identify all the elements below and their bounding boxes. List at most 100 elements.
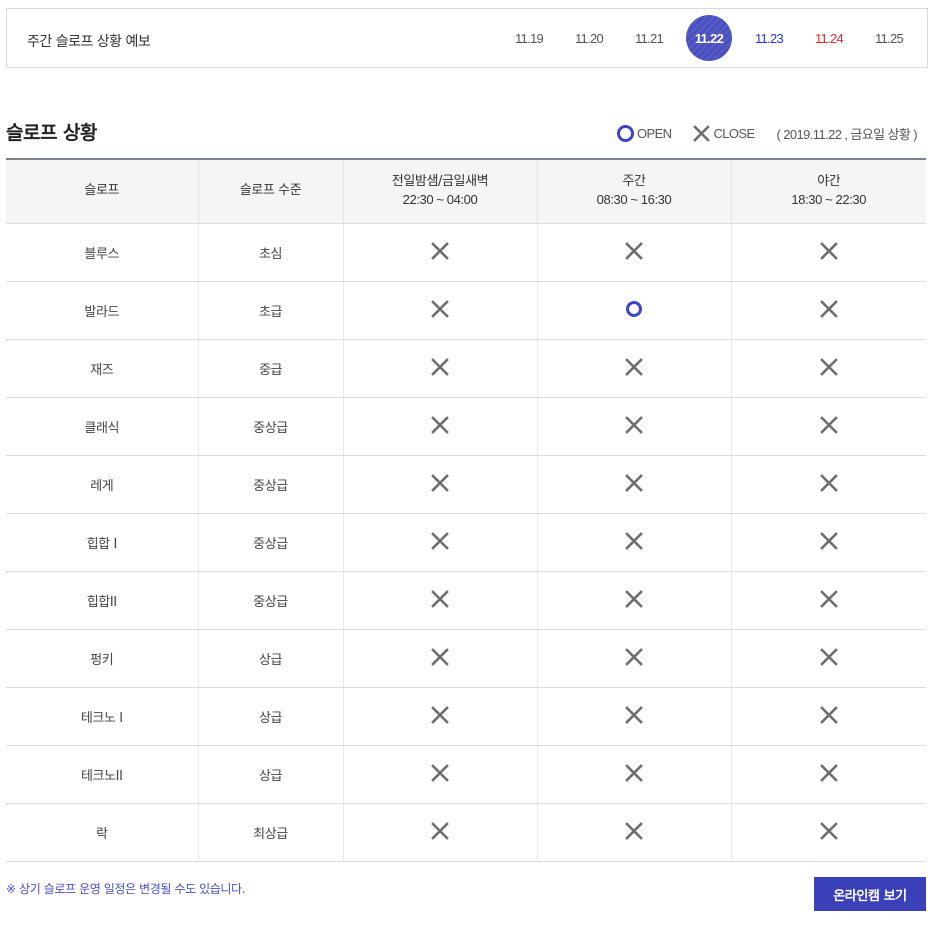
table-row: 재즈 중급 [6, 339, 926, 398]
close-x-icon [624, 473, 644, 493]
date-item[interactable]: 11.20 [559, 9, 619, 67]
date-label: 11.25 [874, 30, 904, 46]
slope-name: 재즈 [6, 339, 198, 398]
close-x-icon [693, 125, 711, 142]
slope-level: 초심 [197, 223, 343, 282]
header-day: 주간 08:30 ~ 16:30 [536, 159, 731, 224]
table-row: 블루스 초심 [6, 223, 926, 282]
slope-name: 발라드 [6, 281, 198, 340]
status-night [342, 339, 537, 398]
date-label: 11.23 [754, 30, 784, 46]
date-selector: 11.19 11.20 11.21 11.22 11.23 11.24 11.25 [499, 9, 919, 67]
table-row: 레게 중상급 [6, 455, 926, 514]
slope-name: 펑키 [6, 629, 198, 688]
status-day [536, 281, 731, 340]
slope-name: 힙합II [6, 571, 198, 630]
date-item[interactable]: 11.25 [859, 9, 919, 67]
close-x-icon [624, 763, 644, 783]
status-night [342, 571, 537, 630]
close-x-icon [819, 647, 839, 667]
slope-level: 상급 [197, 745, 343, 804]
header-night-name: 전일밤샘/금일새벽 [391, 174, 489, 190]
online-cam-button[interactable]: 온라인캠 보기 [814, 877, 926, 911]
close-x-icon [819, 299, 839, 319]
close-x-icon [430, 647, 450, 667]
header-day-name: 주간 [622, 174, 646, 190]
close-x-icon [819, 415, 839, 435]
status-night [342, 745, 537, 804]
close-x-icon [624, 705, 644, 725]
slope-level: 초급 [197, 281, 343, 340]
slope-name: 레게 [6, 455, 198, 514]
close-x-icon [819, 705, 839, 725]
close-x-icon [430, 705, 450, 725]
status-day [536, 745, 731, 804]
date-item[interactable]: 11.24 [799, 9, 859, 67]
date-item[interactable]: 11.21 [619, 9, 679, 67]
status-day [536, 397, 731, 456]
table-header-row: 슬로프 슬로프 수준 전일밤샘/금일새벽 22:30 ~ 04:00 주간 08… [6, 159, 926, 224]
close-x-icon [430, 763, 450, 783]
slope-name: 테크노II [6, 745, 198, 804]
date-label: 11.20 [574, 30, 604, 46]
close-x-icon [430, 531, 450, 551]
slope-level: 중상급 [197, 513, 343, 572]
slope-level: 상급 [197, 687, 343, 746]
status-day [536, 803, 731, 862]
close-x-icon [430, 415, 450, 435]
status-evening [730, 571, 926, 630]
table-row: 발라드 초급 [6, 281, 926, 340]
legend-close: CLOSE [693, 125, 755, 142]
status-night [342, 281, 537, 340]
close-x-icon [819, 357, 839, 377]
status-evening [730, 629, 926, 688]
close-x-icon [430, 473, 450, 493]
table-row: 테크노II 상급 [6, 745, 926, 804]
date-label: 11.22 [686, 15, 732, 61]
status-day [536, 571, 731, 630]
status-day [536, 513, 731, 572]
status-evening [730, 455, 926, 514]
close-x-icon [624, 357, 644, 377]
status-evening [730, 745, 926, 804]
status-day [536, 455, 731, 514]
close-x-icon [819, 531, 839, 551]
table-row: 락 최상급 [6, 803, 926, 862]
close-x-icon [819, 473, 839, 493]
table-row: 클래식 중상급 [6, 397, 926, 456]
date-label: 11.19 [514, 30, 544, 46]
table-row: 힙합 I 중상급 [6, 513, 926, 572]
close-x-icon [819, 589, 839, 609]
table-row: 테크노 I 상급 [6, 687, 926, 746]
close-x-icon [624, 647, 644, 667]
date-item[interactable]: 11.23 [739, 9, 799, 67]
slope-name: 락 [6, 803, 198, 862]
status-legend: OPEN CLOSE ( 2019.11.22 , 금요일 상황 ) [617, 124, 918, 143]
legend-close-label: CLOSE [713, 126, 755, 141]
slope-level: 상급 [197, 629, 343, 688]
date-item-active[interactable]: 11.22 [679, 9, 739, 67]
slope-name: 힙합 I [6, 513, 198, 572]
legend-open-label: OPEN [637, 126, 672, 141]
status-day [536, 339, 731, 398]
status-evening [730, 339, 926, 398]
status-night [342, 455, 537, 514]
close-x-icon [430, 241, 450, 261]
status-evening [730, 513, 926, 572]
close-x-icon [430, 589, 450, 609]
slope-level: 중상급 [197, 397, 343, 456]
section-title: 슬로프 상황 [6, 122, 98, 144]
status-evening [730, 687, 926, 746]
close-x-icon [430, 821, 450, 841]
date-item[interactable]: 11.19 [499, 9, 559, 67]
close-x-icon [430, 357, 450, 377]
slope-name: 블루스 [6, 223, 198, 282]
status-night [342, 803, 537, 862]
header-day-time: 08:30 ~ 16:30 [596, 192, 672, 208]
header-level: 슬로프 수준 [197, 159, 343, 224]
close-x-icon [624, 821, 644, 841]
status-date: ( 2019.11.22 , 금요일 상황 ) [776, 127, 918, 142]
status-night [342, 397, 537, 456]
open-circle-icon [617, 125, 634, 142]
open-circle-icon [624, 299, 644, 319]
